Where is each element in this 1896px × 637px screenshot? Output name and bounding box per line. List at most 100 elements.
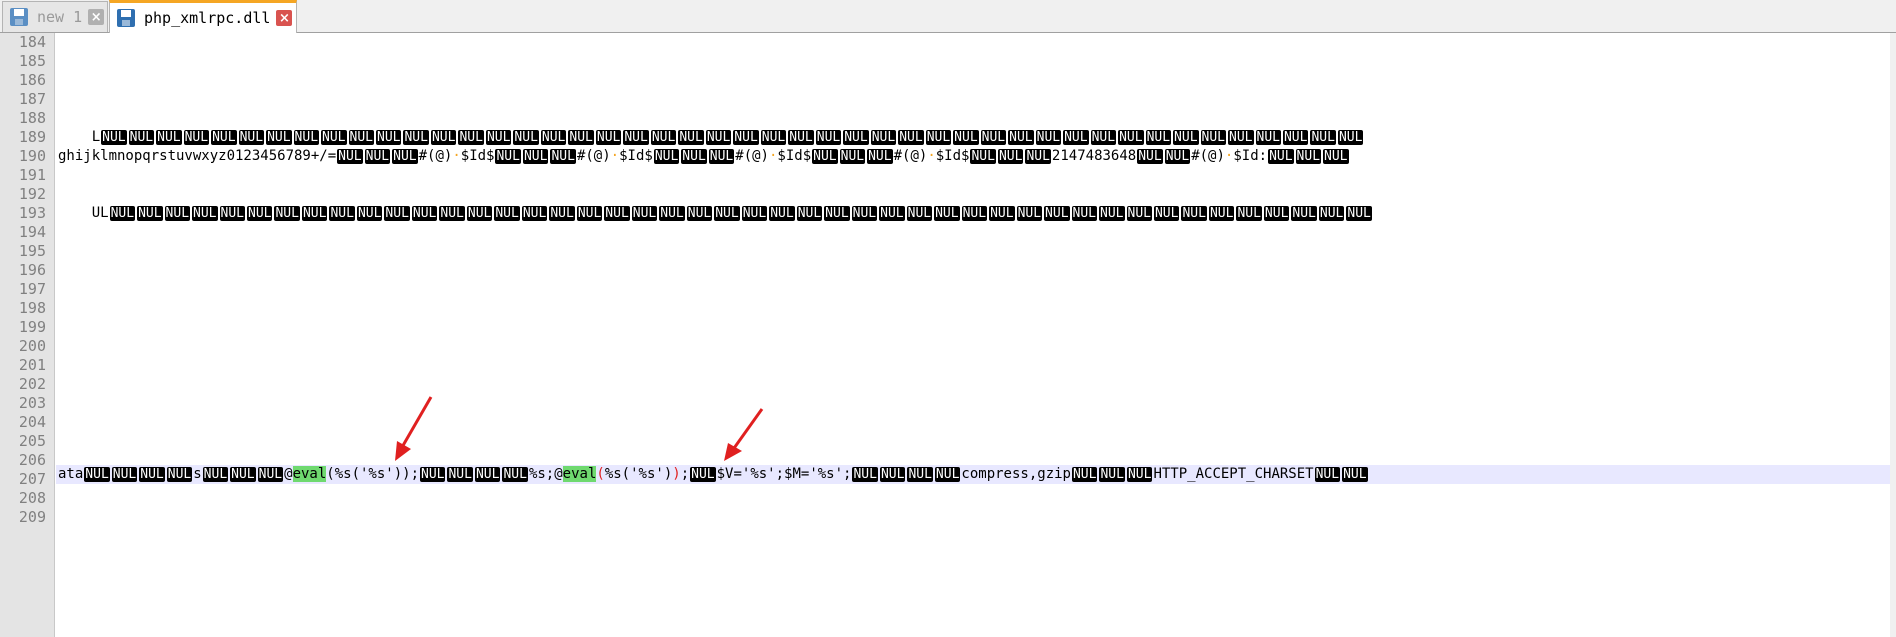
nul-byte-token: NUL xyxy=(867,149,893,164)
nul-byte-token: NUL xyxy=(183,130,210,145)
brace-match: ( xyxy=(596,466,605,482)
nul-byte-token: NUL xyxy=(137,206,163,221)
nul-byte-token: NUL xyxy=(238,130,265,145)
nul-byte-token: NUL xyxy=(392,149,418,164)
code-text: ; xyxy=(680,466,690,482)
line-number: 203 xyxy=(18,394,46,412)
nul-byte-token: NUL xyxy=(686,206,713,221)
nul-byte-token: NUL xyxy=(293,130,320,145)
nul-byte-token: NUL xyxy=(934,206,960,221)
close-icon[interactable]: × xyxy=(88,9,105,25)
nul-byte-token: NUL xyxy=(824,206,850,221)
nul-byte-token: NUL xyxy=(925,130,952,145)
nul-byte-token: NUL xyxy=(623,130,649,145)
nul-byte-token: NUL xyxy=(1063,130,1089,145)
line-number: 185 xyxy=(18,52,46,70)
tab-new-1[interactable]: new 1 × xyxy=(2,1,108,32)
nul-byte-token: NUL xyxy=(1208,206,1235,221)
nul-byte-token: NUL xyxy=(502,467,528,482)
nul-byte-token: NUL xyxy=(230,467,256,482)
nul-byte-token: NUL xyxy=(997,149,1024,164)
line-number: 192 xyxy=(18,185,46,203)
nul-byte-token: NUL xyxy=(1291,206,1317,221)
nul-byte-token: NUL xyxy=(1137,149,1163,164)
nul-byte-token: NUL xyxy=(769,206,795,221)
code-text: $Id$ xyxy=(460,148,495,164)
nul-byte-token: NUL xyxy=(690,467,716,482)
line-number: 187 xyxy=(18,90,46,108)
line-number: 195 xyxy=(18,242,46,260)
line-number: 205 xyxy=(18,432,46,450)
nul-byte-token: NUL xyxy=(247,206,273,221)
nul-byte-token: NUL xyxy=(568,130,594,145)
line-number: 186 xyxy=(18,71,46,89)
nul-byte-token: NUL xyxy=(879,206,905,221)
nul-byte-token: NUL xyxy=(1035,130,1062,145)
nul-byte-token: NUL xyxy=(1255,130,1281,145)
editor-text-area[interactable]: L NUL NUL NUL NUL NUL NUL NUL NUL NUL NUL NUL NUL NUL… xyxy=(56,33,1896,637)
nul-byte-token: NUL xyxy=(1342,467,1368,482)
tab-php-xmlrpc-dll[interactable]: php_xmlrpc.dll × xyxy=(109,0,297,33)
nul-byte-token: NUL xyxy=(1090,130,1117,145)
nul-byte-token: NUL xyxy=(961,206,988,221)
line-number: 199 xyxy=(18,318,46,336)
eval-highlight: eval xyxy=(292,466,327,482)
line-number: 197 xyxy=(18,280,46,298)
nul-byte-token: NUL xyxy=(989,206,1015,221)
line-number: 209 xyxy=(18,508,46,526)
nul-byte-token: NUL xyxy=(549,206,575,221)
nul-byte-token: NUL xyxy=(681,149,707,164)
nul-byte-token: NUL xyxy=(202,467,229,482)
save-disk-icon xyxy=(9,7,29,27)
nul-byte-token: NUL xyxy=(898,130,924,145)
nul-byte-token: NUL xyxy=(1314,467,1341,482)
code-text: %s('%s') xyxy=(604,466,673,482)
nul-byte-token: NUL xyxy=(101,130,127,145)
nul-byte-token: NUL xyxy=(257,467,284,482)
nul-byte-token: NUL xyxy=(870,130,897,145)
code-text: $Id$ xyxy=(619,148,653,164)
nul-byte-token: NUL xyxy=(1228,130,1254,145)
nul-byte-token: NUL xyxy=(1310,130,1336,145)
nul-byte-token: NUL xyxy=(631,206,658,221)
red-arrow-icon xyxy=(395,396,433,461)
code-text: #(@) xyxy=(893,148,928,164)
nul-byte-token: NUL xyxy=(495,149,521,164)
nul-byte-token: NUL xyxy=(1200,130,1227,145)
code-text: #(@) xyxy=(576,148,611,164)
line-number: 202 xyxy=(18,375,46,393)
nul-byte-token: NUL xyxy=(788,130,814,145)
line-number: 208 xyxy=(18,489,46,507)
nul-byte-token: NUL xyxy=(521,206,548,221)
save-disk-icon xyxy=(116,8,136,28)
nul-byte-token: NUL xyxy=(907,467,933,482)
line-number: 194 xyxy=(18,223,46,241)
brace-match: ) xyxy=(672,466,681,482)
nul-byte-token: NUL xyxy=(1071,206,1098,221)
eval-highlight: eval xyxy=(562,466,597,482)
nul-byte-token: NUL xyxy=(439,206,465,221)
tab-label: new 1 xyxy=(37,8,83,26)
nul-byte-token: NUL xyxy=(466,206,493,221)
nul-byte-token: NUL xyxy=(364,149,391,164)
code-text: $Id: xyxy=(1233,148,1268,164)
nul-byte-token: NUL xyxy=(604,206,630,221)
nul-byte-token: NUL xyxy=(522,149,549,164)
nul-byte-token: NUL xyxy=(458,130,484,145)
close-icon[interactable]: × xyxy=(276,10,293,26)
nul-byte-token: NUL xyxy=(166,467,193,482)
line-number: 193 xyxy=(18,204,46,222)
nul-byte-token: NUL xyxy=(1323,149,1349,164)
line-number: 188 xyxy=(18,109,46,127)
nul-byte-token: NUL xyxy=(1126,467,1153,482)
code-text: %s;@ xyxy=(528,466,563,482)
vertical-scrollbar[interactable] xyxy=(1890,33,1896,637)
code-text: $Id$ xyxy=(777,148,812,164)
nul-byte-token: NUL xyxy=(219,206,245,221)
line-number: 189 xyxy=(18,128,46,146)
code-line-207: ata NUL NUL NUL NUL s NUL NUL NUL @eval(%s('%s'))… xyxy=(58,465,1369,484)
nul-byte-token: NUL xyxy=(1025,149,1051,164)
nul-byte-token: NUL xyxy=(337,149,363,164)
line-number: 198 xyxy=(18,299,46,317)
nul-byte-token: NUL xyxy=(879,467,906,482)
